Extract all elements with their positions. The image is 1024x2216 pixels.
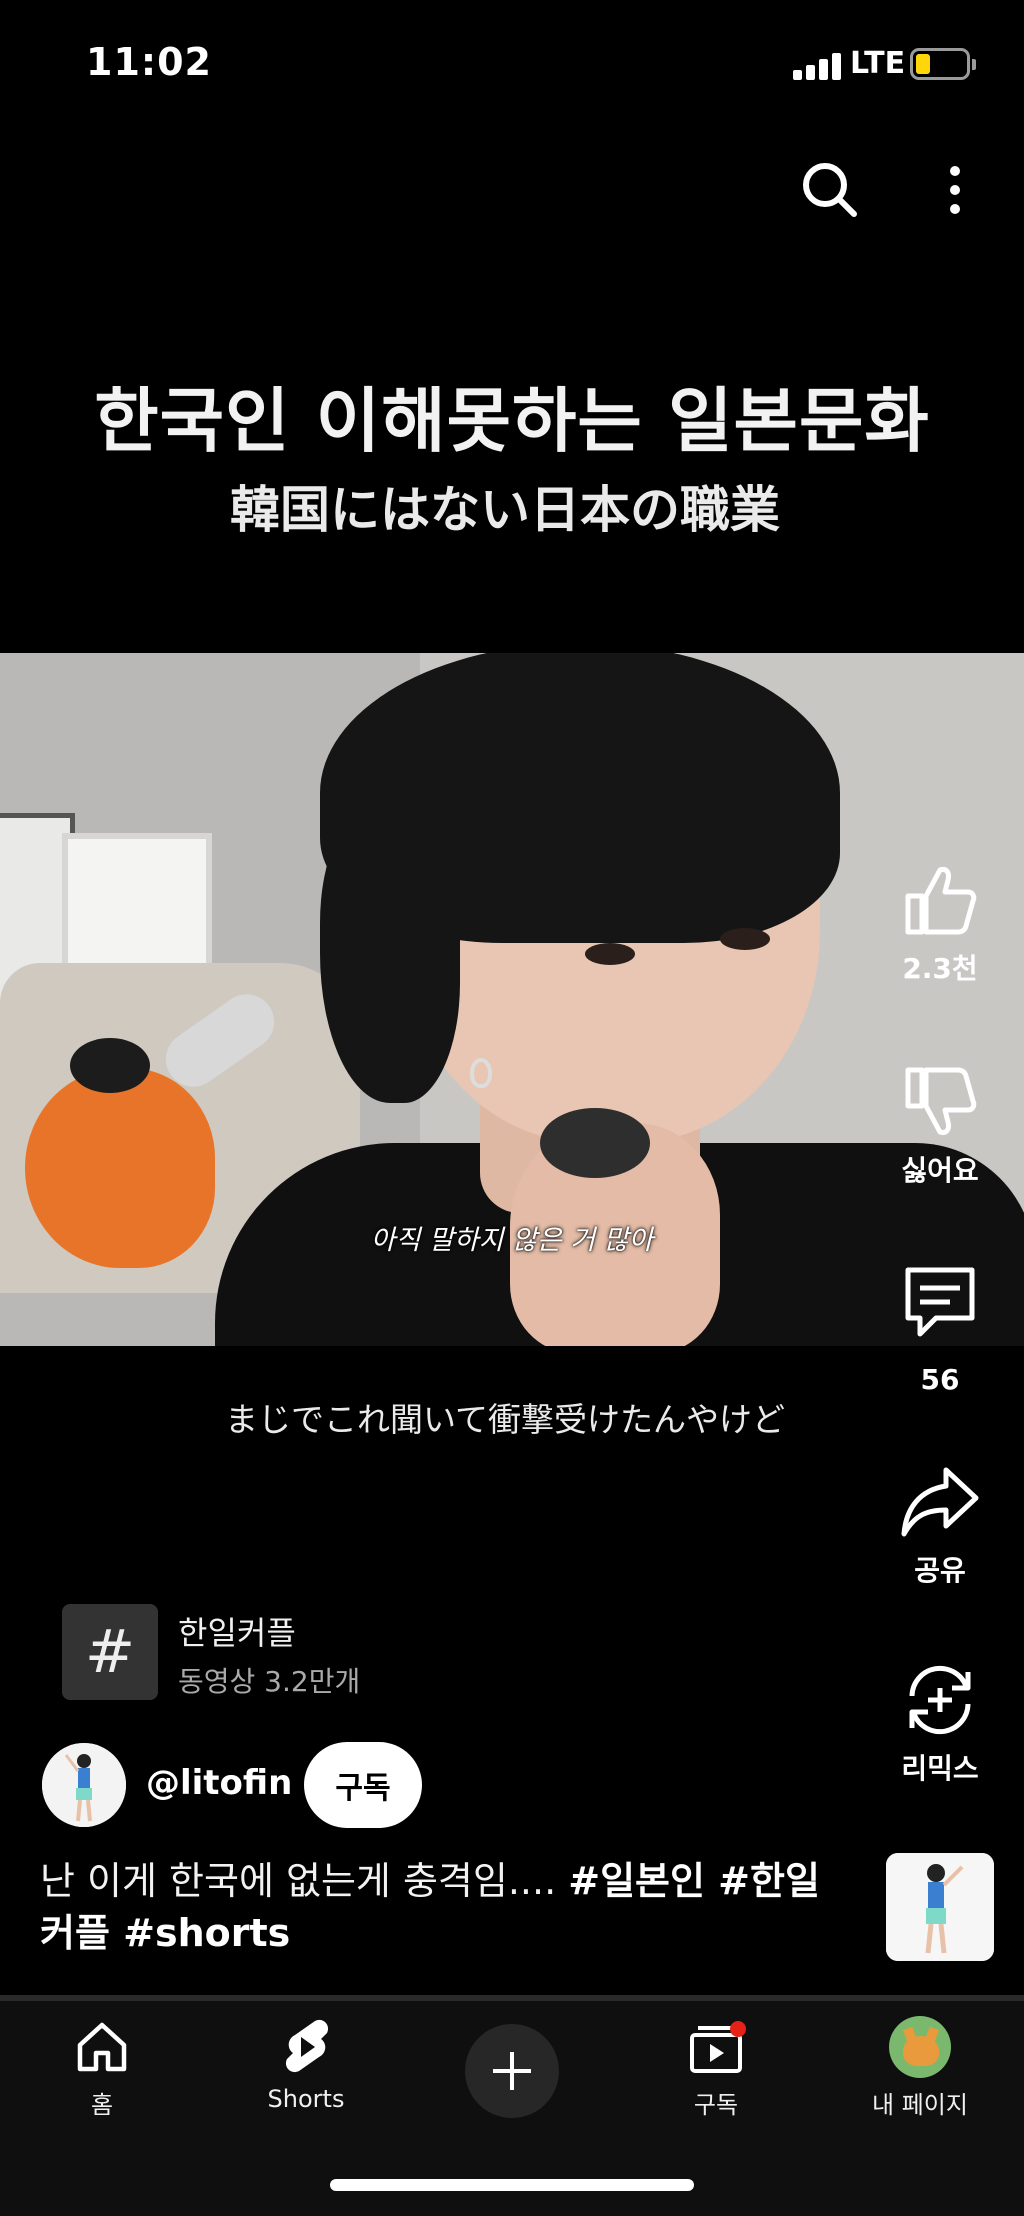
more-vertical-icon bbox=[950, 166, 960, 214]
more-options-button[interactable] bbox=[915, 150, 995, 230]
dislike-button[interactable]: 싫어요 bbox=[880, 1057, 1000, 1189]
create-button[interactable] bbox=[465, 2024, 559, 2118]
subscribe-button[interactable]: 구독 bbox=[304, 1742, 422, 1828]
search-button[interactable] bbox=[790, 150, 870, 230]
home-icon bbox=[77, 2022, 127, 2072]
thumbs-down-icon bbox=[905, 1067, 977, 1135]
thumbnail-illustration bbox=[886, 1853, 994, 1961]
person-hair-side bbox=[320, 803, 460, 1103]
home-indicator[interactable] bbox=[330, 2179, 694, 2191]
network-type: LTE bbox=[850, 46, 906, 81]
signal-strength-icon bbox=[793, 52, 843, 80]
like-button[interactable]: 2.3천 bbox=[880, 855, 1000, 987]
remix-label: 리믹스 bbox=[901, 1752, 979, 1785]
nav-my-page[interactable]: 내 페이지 bbox=[830, 2016, 1010, 2120]
description-hashtags-2[interactable]: 커플 #shorts bbox=[40, 1911, 290, 1955]
comments-button[interactable]: 56 bbox=[880, 1257, 1000, 1396]
hashtag-name[interactable]: 한일커플 bbox=[178, 1608, 296, 1654]
video-burned-subtitle: 아직 말하지 않은 거 많아 bbox=[370, 1225, 654, 1256]
profile-avatar-icon bbox=[889, 2016, 951, 2078]
battery-icon bbox=[910, 48, 976, 80]
makeup-puff bbox=[540, 1108, 650, 1178]
person-eye-left bbox=[585, 943, 635, 965]
shorts-icon bbox=[285, 2019, 329, 2073]
video-description[interactable]: 난 이게 한국에 없는게 충격임.... #일본인 #한일 커플 #shorts bbox=[40, 1855, 870, 1959]
nav-subscriptions[interactable]: 구독 bbox=[626, 2017, 806, 2120]
nav-shorts-label: Shorts bbox=[267, 2085, 345, 2113]
video-player[interactable]: 아직 말하지 않은 거 많아 bbox=[0, 653, 1024, 1346]
like-count: 2.3천 bbox=[902, 952, 978, 985]
comment-count: 56 bbox=[920, 1363, 960, 1396]
share-icon bbox=[901, 1467, 979, 1537]
remix-button[interactable]: 리믹스 bbox=[880, 1655, 1000, 1787]
avatar-illustration bbox=[42, 1743, 126, 1827]
status-bar: 11:02 LTE bbox=[0, 0, 1024, 130]
description-hashtags-1[interactable]: #일본인 #한일 bbox=[568, 1859, 820, 1903]
plush-ear bbox=[70, 1038, 150, 1093]
nav-home-label: 홈 bbox=[90, 2091, 114, 2119]
nav-home[interactable]: 홈 bbox=[12, 2017, 192, 2120]
status-time: 11:02 bbox=[86, 40, 212, 84]
person-eye-right bbox=[720, 928, 770, 950]
thumbs-up-icon bbox=[905, 867, 977, 935]
share-label: 공유 bbox=[914, 1554, 966, 1587]
comment-icon bbox=[905, 1267, 975, 1337]
description-text: 난 이게 한국에 없는게 충격임.... bbox=[40, 1859, 569, 1903]
hashtag-video-count: 동영상 3.2만개 bbox=[178, 1665, 361, 1698]
search-icon bbox=[803, 163, 857, 217]
hashtag-icon[interactable]: # bbox=[62, 1604, 158, 1700]
notification-dot bbox=[730, 2021, 746, 2037]
person-earring bbox=[470, 1058, 492, 1088]
dislike-label: 싫어요 bbox=[901, 1154, 979, 1187]
video-title-japanese: 韓国にはない日本の職業 bbox=[230, 481, 780, 539]
remix-icon bbox=[909, 1665, 971, 1735]
nav-subscriptions-label: 구독 bbox=[693, 2091, 739, 2119]
share-button[interactable]: 공유 bbox=[880, 1457, 1000, 1589]
audio-thumbnail[interactable] bbox=[886, 1853, 994, 1961]
channel-avatar[interactable] bbox=[42, 1743, 126, 1827]
video-title-korean: 한국인 이해못하는 일본문화 bbox=[94, 380, 930, 462]
plus-icon bbox=[493, 2052, 531, 2090]
nav-shorts[interactable]: Shorts bbox=[216, 2017, 396, 2113]
nav-my-page-label: 내 페이지 bbox=[872, 2091, 968, 2119]
video-caption: まじでこれ聞いて衝撃受けたんやけど bbox=[224, 1400, 785, 1439]
channel-handle[interactable]: @litofin bbox=[146, 1763, 292, 1803]
